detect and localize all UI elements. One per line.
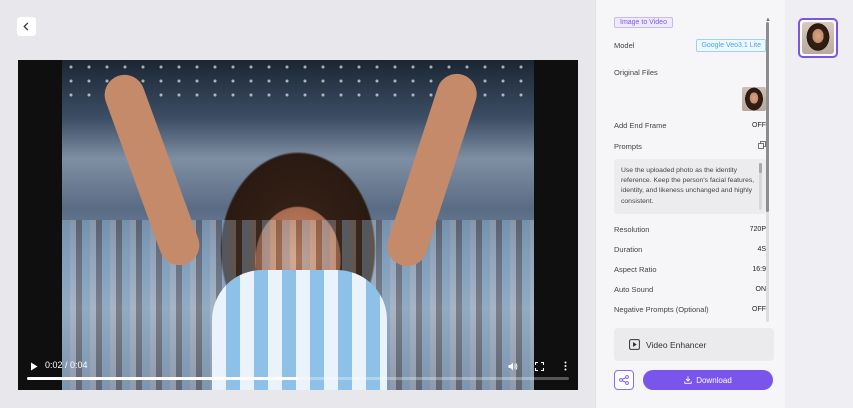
add-end-frame-value: OFF xyxy=(752,122,766,129)
negative-prompts-row: Negative Prompts (Optional) OFF xyxy=(614,305,766,314)
video-enhancer-label: Video Enhancer xyxy=(646,339,707,350)
progress-bar[interactable] xyxy=(27,377,569,380)
model-row: Model Google Veo3.1 Lite xyxy=(614,39,766,52)
add-end-frame-row: Add End Frame OFF xyxy=(614,121,766,130)
generation-details-panel: Image to Video Model Google Veo3.1 Lite … xyxy=(595,0,785,408)
add-end-frame-label: Add End Frame xyxy=(614,121,667,130)
history-strip xyxy=(785,0,853,408)
video-play-icon xyxy=(629,339,640,350)
chevron-left-icon xyxy=(23,22,29,31)
prompts-label: Prompts xyxy=(614,141,642,151)
auto-sound-row: Auto Sound ON xyxy=(614,285,766,294)
player-right-controls xyxy=(506,359,572,373)
prompts-row: Prompts xyxy=(614,141,766,151)
prompt-scrollbar[interactable] xyxy=(759,163,762,210)
share-button[interactable] xyxy=(614,370,634,390)
download-icon xyxy=(684,376,692,384)
letterbox-right xyxy=(534,60,578,390)
more-options-button[interactable] xyxy=(558,359,572,373)
negative-prompts-label: Negative Prompts (Optional) xyxy=(614,305,709,314)
fullscreen-button[interactable] xyxy=(532,359,546,373)
mode-tag: Image to Video xyxy=(614,17,673,28)
negative-prompts-value: OFF xyxy=(752,306,766,313)
auto-sound-label: Auto Sound xyxy=(614,285,654,294)
aspect-ratio-label: Aspect Ratio xyxy=(614,265,657,274)
download-button[interactable]: Download xyxy=(643,370,773,390)
prompt-text-box[interactable]: Use the uploaded photo as the identity r… xyxy=(614,159,766,214)
original-file-thumbnail[interactable] xyxy=(742,87,766,111)
resolution-value: 720P xyxy=(749,226,766,233)
duration-row: Duration 4S xyxy=(614,245,766,254)
model-label: Model xyxy=(614,41,635,50)
panel-scrollbar[interactable] xyxy=(766,22,769,322)
play-button[interactable] xyxy=(27,359,41,373)
history-thumbnail-image xyxy=(802,22,834,54)
video-frame xyxy=(62,60,534,390)
copy-icon xyxy=(758,141,766,149)
details-scroll-area[interactable]: Image to Video Model Google Veo3.1 Lite … xyxy=(596,0,786,325)
original-files-row: Original Files xyxy=(614,68,766,77)
resolution-row: Resolution 720P xyxy=(614,225,766,234)
player-controls: 0:02 / 0:04 xyxy=(18,354,578,390)
prompt-scroll-thumb[interactable] xyxy=(759,163,762,173)
model-badge: Google Veo3.1 Lite xyxy=(696,39,766,52)
resolution-label: Resolution xyxy=(614,225,650,234)
aspect-ratio-row: Aspect Ratio 16:9 xyxy=(614,265,766,274)
panel-scroll-thumb[interactable] xyxy=(766,22,769,212)
fullscreen-icon xyxy=(534,361,544,371)
prompt-text: Use the uploaded photo as the identity r… xyxy=(621,167,755,205)
progress-fill xyxy=(27,377,298,380)
volume-button[interactable] xyxy=(506,359,520,373)
history-thumbnail-selected[interactable] xyxy=(798,18,838,58)
play-icon xyxy=(31,362,38,370)
volume-icon xyxy=(508,362,518,370)
duration-value: 4S xyxy=(757,246,766,253)
original-files-label: Original Files xyxy=(614,68,658,77)
share-icon xyxy=(619,375,629,385)
video-enhancer-button[interactable]: Video Enhancer xyxy=(614,328,774,361)
video-player[interactable]: 0:02 / 0:04 xyxy=(18,60,578,390)
download-label: Download xyxy=(696,375,732,385)
auto-sound-value: ON xyxy=(755,286,767,293)
letterbox-left xyxy=(18,60,62,390)
back-button[interactable] xyxy=(17,17,36,36)
playback-time: 0:02 / 0:04 xyxy=(45,360,88,370)
copy-prompt-button[interactable] xyxy=(758,141,766,151)
more-vertical-icon xyxy=(564,361,566,371)
aspect-ratio-value: 16:9 xyxy=(752,266,766,273)
preview-stage: 0:02 / 0:04 xyxy=(0,0,595,408)
duration-label: Duration xyxy=(614,245,643,254)
